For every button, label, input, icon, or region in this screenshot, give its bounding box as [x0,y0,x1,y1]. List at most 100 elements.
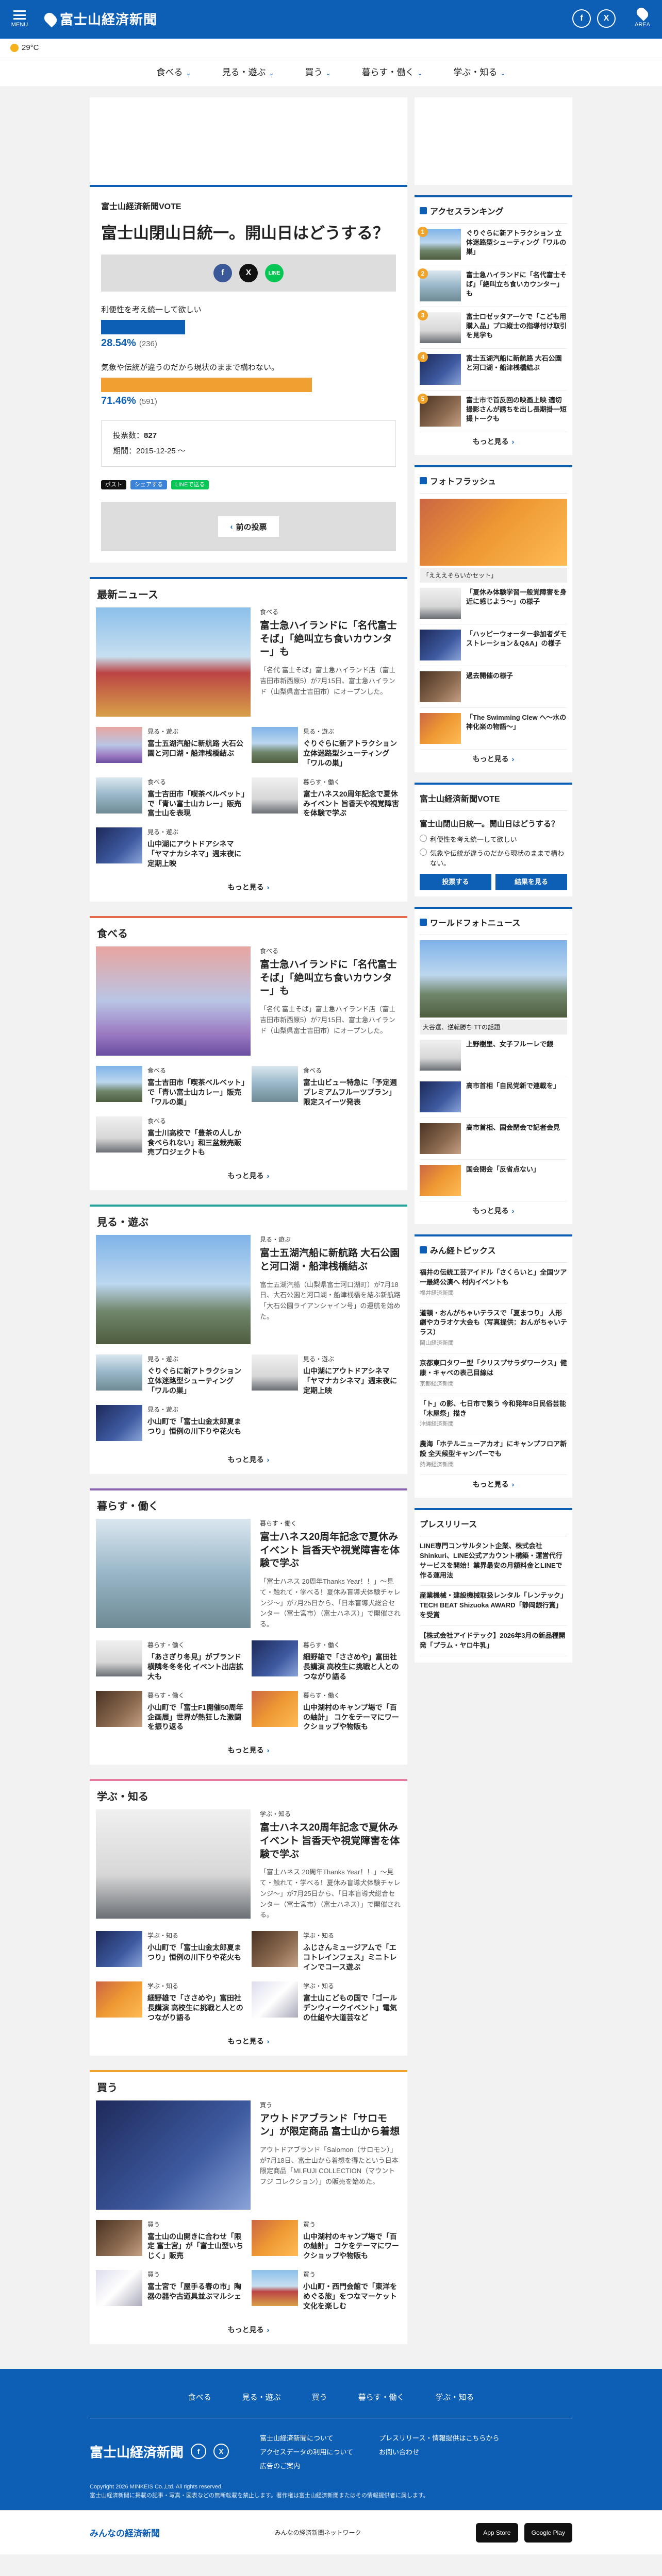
topic-item[interactable]: 「ト」の影、七日市で繁う 今和発年8日民俗芸能「木屋祭」描き 沖縄経済新聞 [420,1394,567,1435]
article-title[interactable]: ぐりぐらに新アトラクション 立体迷路型シューティング「ワルの巣」 [303,739,401,768]
footer-link[interactable]: アクセスデータの利用について [260,2447,353,2456]
article-item[interactable]: 暮らす・働く 富士ハネス20周年記念で夏休みイベント 旨香天や視覚障害を体験で学ぶ [252,777,401,819]
lead-article[interactable]: 買う アウトドアブランド「サロモン」が限定商品 富士山から着想 アウトドアブランド「… [96,2100,401,2210]
world-item-title[interactable]: 高市首相「自民党新で連載を」 [466,1081,560,1112]
world-item[interactable]: 国会閉会「反省点ない」 [420,1160,567,1201]
article-thumb[interactable] [252,727,298,763]
article-title[interactable]: 細野雄で「ささめや」富田社長講演 高校生に挑戦と人とのつながり語る [147,1993,245,2023]
article-item[interactable]: 食べる 富士山ビュー特急に「予定週プレミアムフルーツプラン」限定スイーツ発表 [252,1066,401,1107]
article-title[interactable]: 富士山ビュー特急に「予定週プレミアムフルーツプラン」限定スイーツ発表 [303,1078,401,1107]
article-thumb[interactable] [252,1066,298,1103]
photoflash-item-thumb[interactable] [420,588,461,619]
press-item[interactable]: 産業機械・建設機械取扱レンタル「レンテック」TECH BEAT Shizuoka… [420,1586,567,1626]
article-thumb[interactable] [96,1640,142,1676]
topic-title[interactable]: 道頓・おんがちゃいテラスで「夏まつり」 人形劇やカラオケ大会も（写真提供：おんが… [420,1309,567,1336]
article-title[interactable]: 山中湖村のキャンプ場で「百の紬計」 コケをテーマにワークショップや物販も [303,2232,401,2261]
topic-item[interactable]: 福井の伝統工芸アイドル「さくらいと」全国ツアー最終公演へ 村内イベントも 福井経済… [420,1263,567,1303]
article-thumb[interactable] [252,777,298,814]
press-item[interactable]: LINE専門コンサルタント企業、株式会社Shinkuri、LINE公式アカウント… [420,1536,567,1586]
lead-image[interactable] [96,1809,251,1919]
lead-article[interactable]: 見る・遊ぶ 富士五湖汽船に新航路 大石公園と河口湖・船津桟橋結ぶ 富士五湖汽船（山梨… [96,1235,401,1345]
article-title[interactable]: 富士吉田市「喫茶ベルベット」で「青い富士山カレー」販売 富士山を表現 [147,789,245,819]
vote-submit-button[interactable]: 投票する [420,874,491,890]
article-title[interactable]: 富士宮で「屋手る春の市」陶器の器や古道具並ぶマルシェ [147,2282,245,2301]
article-item[interactable]: 学ぶ・知る 細野雄で「ささめや」富田社長講演 高校生に挑戦と人とのつながり語る [96,1981,245,2023]
footer-link[interactable]: お問い合わせ [379,2447,499,2456]
article-item[interactable]: 見る・遊ぶ 山中湖にアウトドアシネマ「ヤマナカシネマ」週末夜に定期上映 [252,1354,401,1396]
footer-nav-item[interactable]: 学ぶ・知る [435,2392,474,2402]
more-button[interactable]: もっと見る › [96,878,401,894]
ranking-item[interactable]: 3 富士ロゼッタアーケで「こども用購入品」プロ縦士の指導付け取引を見学も [418,307,567,349]
line-share-icon[interactable]: LINE [265,264,284,282]
photoflash-item[interactable]: 「ハッピーウォーター参加者ダモストレーション＆Q&A」の様子 [420,624,567,666]
topic-title[interactable]: 福井の伝統工芸アイドル「さくらいと」全国ツアー最終公演へ 村内イベントも [420,1268,567,1286]
topic-item[interactable]: 農海「ホテルニューアカオ」にキャンプフロア新設 全天候型キャンパーでも 熱海経済新… [420,1434,567,1475]
ranking-item[interactable]: 2 富士急ハイランドに「名代富士そば」「絶叫立ち食いカウンター」も [418,265,567,307]
lead-article[interactable]: 学ぶ・知る 富士ハネス20周年記念で夏休みイベント 旨香天や視覚障害を体験で学ぶ「… [96,1809,401,1921]
article-item[interactable]: 買う 小山町・西門会館で「東洋をめぐる旅」をつなマーケット文化を楽しむ [252,2270,401,2311]
ranking-title[interactable]: 富士五湖汽船に新航路 大石公園と河口湖・船津桟橋結ぶ [466,354,567,385]
lead-image[interactable] [96,2100,251,2210]
network-logo[interactable]: みんなの経済新聞 [90,2526,160,2539]
footer-nav-item[interactable]: 食べる [188,2392,211,2402]
photoflash-item-title[interactable]: 「The Swimming Clew ヘ〜水の神化楽の物語〜」 [466,713,567,744]
x-icon[interactable]: X [213,2444,229,2460]
topics-more[interactable]: もっと見る › [420,1475,567,1492]
topic-item[interactable]: 京都東口タワー型「クリスプサラダワークス」健康・キャベの表己目線は 京都経済新聞 [420,1353,567,1394]
world-more[interactable]: もっと見る › [420,1201,567,1218]
article-thumb[interactable] [96,2219,142,2256]
article-thumb[interactable] [96,1116,142,1153]
press-item[interactable]: 【株式会社アイドテック】2026年3月の新品種開発「プラム・ヤロ牛乳」 [420,1626,567,1656]
article-title[interactable]: 小山町で「富士山金太郎夏まつり」恒例の川下りや花火も [147,1943,245,1962]
article-title[interactable]: 富士川高校で「豊茶の人しか食べられない」和三盆栽売販売プロジェクトも [147,1128,245,1158]
topic-title[interactable]: 「ト」の影、七日市で繁う 今和発年8日民俗芸能「木屋祭」描き [420,1400,566,1417]
footer-link[interactable]: 富士山経済新聞について [260,2433,353,2443]
photoflash-item[interactable]: 過去開催の様子 [420,666,567,708]
article-title[interactable]: 小山町で「富士山金太郎夏まつり」恒例の川下りや花火も [147,1417,245,1436]
lead-title[interactable]: 富士五湖汽船に新航路 大石公園と河口湖・船津桟橋結ぶ [260,1247,401,1273]
more-button[interactable]: もっと見る › [96,2032,401,2048]
article-thumb[interactable] [96,1405,142,1442]
lead-article[interactable]: 食べる 富士急ハイランドに「名代富士そば」「絶叫立ち食いカウンター」も 「名代 富士… [96,946,401,1056]
topic-title[interactable]: 農海「ホテルニューアカオ」にキャンプフロア新設 全天候型キャンパーでも [420,1440,567,1458]
world-item[interactable]: 高市首相「自民党新で連載を」 [420,1076,567,1118]
world-item[interactable]: 高市首相、国会閉会で記者会見 [420,1118,567,1160]
footer-nav-item[interactable]: 暮らす・働く [358,2392,405,2402]
photoflash-item-thumb[interactable] [420,671,461,702]
x-icon[interactable]: X [597,9,616,28]
article-title[interactable]: 細野雄で「ささめや」富田社長講演 高校生に挑戦と人とのつながり語る [303,1652,401,1682]
google-play-button[interactable]: Google Play [524,2522,572,2543]
menu-button[interactable]: MENU [9,10,30,28]
article-item[interactable]: 見る・遊ぶ ぐりぐらに新アトラクション 立体迷路型シューティング「ワルの巣」 [96,1354,245,1396]
ranking-item[interactable]: 5 富士市で首反回の映画上映 適切撮影さんが誘ちを出し長期掛一短撮トークも [418,391,567,432]
article-title[interactable]: 山中湖にアウトドアシネマ「ヤマナカシネマ」週末夜に定期上映 [303,1366,401,1396]
more-button[interactable]: もっと見る › [96,2320,401,2337]
article-title[interactable]: 富士吉田市「喫茶ベルベット」で「青い富士山カレー」販売 「ワルの巣」 [147,1078,245,1107]
article-title[interactable]: 富士山の山開きに合わせ「限定 富士宮」が「富士山型いちじく」販売 [147,2232,245,2261]
article-thumb[interactable] [252,1640,298,1676]
world-item-thumb[interactable] [420,1165,461,1196]
article-title[interactable]: 山中湖にアウトドアシネマ「ヤマナカシネマ」週末夜に定期上映 [147,839,245,869]
ranking-title[interactable]: 富士市で首反回の映画上映 適切撮影さんが誘ちを出し長期掛一短撮トークも [466,396,567,427]
ranking-title[interactable]: 富士ロゼッタアーケで「こども用購入品」プロ縦士の指導付け取引を見学も [466,312,567,343]
article-title[interactable]: 山中湖村のキャンプ場で「百の紬計」 コケをテーマにワークショップや物販も [303,1703,401,1732]
lead-article[interactable]: 食べる 富士急ハイランドに「名代富士そば」「絶叫立ち食いカウンター」も 「名代 富士… [96,607,401,717]
world-item-title[interactable]: 上野樹里、女子フルーレで銀 [466,1040,553,1071]
world-main-image[interactable] [420,940,567,1018]
area-button[interactable]: AREA [632,6,653,28]
ranking-item[interactable]: 4 富士五湖汽船に新航路 大石公園と河口湖・船津桟橋結ぶ [418,349,567,391]
topic-item[interactable]: 道頓・おんがちゃいテラスで「夏まつり」 人形劇やカラオケ大会も（写真提供：おんが… [420,1303,567,1354]
more-button[interactable]: もっと見る › [96,1450,401,1467]
article-item[interactable]: 見る・遊ぶ 富士五湖汽船に新航路 大石公園と河口湖・船津桟橋結ぶ [96,727,245,768]
article-item[interactable]: 学ぶ・知る 富士山こどもの国で「ゴールデンウィークイベント」電気の仕組や大道芸など [252,1981,401,2023]
article-title[interactable]: ぐりぐらに新アトラクション 立体迷路型シューティング「ワルの巣」 [147,1366,245,1396]
footer-link[interactable]: プレスリリース・情報提供はこちらから [379,2433,499,2443]
article-title[interactable]: 富士五湖汽船に新航路 大石公園と河口湖・船津桟橋結ぶ [147,739,245,758]
world-item-thumb[interactable] [420,1123,461,1154]
site-logo[interactable]: 富士山経済新聞 [42,9,157,28]
article-thumb[interactable] [96,1690,142,1727]
nav-item[interactable]: 暮らす・働く ⌄ [346,58,438,87]
side-vote-option[interactable]: 利便性を考え統一して欲しい [420,834,567,844]
article-thumb[interactable] [252,1931,298,1968]
prev-vote-button[interactable]: ‹ 前の投票 [218,516,279,537]
